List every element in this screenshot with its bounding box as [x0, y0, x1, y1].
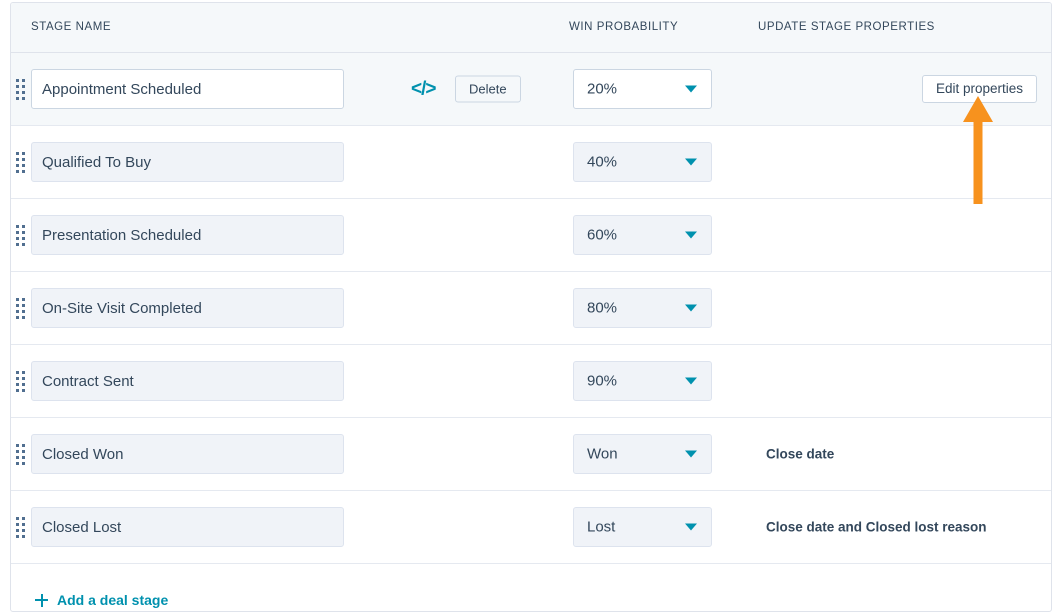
- drag-handle-icon[interactable]: [15, 369, 26, 393]
- drag-handle-icon[interactable]: [15, 296, 26, 320]
- table-footer: Add a deal stage: [11, 564, 1051, 612]
- drag-handle-icon[interactable]: [15, 442, 26, 466]
- win-probability-select[interactable]: Won: [573, 434, 712, 474]
- edit-properties-button[interactable]: Edit properties: [922, 75, 1037, 103]
- stage-name-input[interactable]: [31, 434, 344, 474]
- add-deal-stage-label: Add a deal stage: [57, 592, 168, 608]
- delete-stage-button[interactable]: Delete: [455, 76, 521, 103]
- table-row: Won Close date: [11, 418, 1051, 491]
- column-header-win-probability: WIN PROBABILITY: [569, 21, 678, 33]
- win-probability-value: 90%: [587, 373, 617, 390]
- win-probability-select[interactable]: 20%: [573, 69, 712, 109]
- code-snippet-icon[interactable]: </>: [411, 80, 435, 99]
- win-probability-value: 20%: [587, 81, 617, 98]
- stage-name-input[interactable]: [31, 142, 344, 182]
- win-probability-select[interactable]: 40%: [573, 142, 712, 182]
- plus-icon: [35, 594, 48, 607]
- chevron-down-icon: [685, 378, 697, 385]
- win-probability-select[interactable]: 80%: [573, 288, 712, 328]
- stage-name-input[interactable]: [31, 288, 344, 328]
- drag-handle-icon[interactable]: [15, 223, 26, 247]
- stage-name-input[interactable]: [31, 69, 344, 109]
- win-probability-value: Won: [587, 446, 618, 463]
- table-row: </> Delete 20% Edit properties: [11, 53, 1051, 126]
- stage-rows: </> Delete 20% Edit properties 40% 60% 80% 90% W…: [11, 53, 1051, 564]
- stage-name-input[interactable]: [31, 215, 344, 255]
- table-row: 80%: [11, 272, 1051, 345]
- win-probability-value: 60%: [587, 227, 617, 244]
- chevron-down-icon: [685, 524, 697, 531]
- deal-stages-screen: STAGE NAME WIN PROBABILITY UPDATE STAGE …: [0, 0, 1064, 615]
- table-row: 60%: [11, 199, 1051, 272]
- table-header: STAGE NAME WIN PROBABILITY UPDATE STAGE …: [11, 3, 1051, 53]
- column-header-stage-name: STAGE NAME: [31, 21, 111, 33]
- table-row: Lost Close date and Closed lost reason: [11, 491, 1051, 564]
- table-row: 40%: [11, 126, 1051, 199]
- chevron-down-icon: [685, 86, 697, 93]
- stage-name-input[interactable]: [31, 361, 344, 401]
- chevron-down-icon: [685, 451, 697, 458]
- win-probability-select[interactable]: 60%: [573, 215, 712, 255]
- drag-handle-icon[interactable]: [15, 150, 26, 174]
- win-probability-value: Lost: [587, 519, 615, 536]
- win-probability-value: 40%: [587, 154, 617, 171]
- column-header-update-stage-properties: UPDATE STAGE PROPERTIES: [758, 21, 935, 33]
- update-stage-properties-text: Close date: [766, 447, 834, 462]
- chevron-down-icon: [685, 305, 697, 312]
- update-stage-properties-text: Close date and Closed lost reason: [766, 520, 987, 535]
- stage-name-input[interactable]: [31, 507, 344, 547]
- table-row: 90%: [11, 345, 1051, 418]
- add-deal-stage-button[interactable]: Add a deal stage: [35, 592, 168, 608]
- chevron-down-icon: [685, 232, 697, 239]
- drag-handle-icon[interactable]: [15, 77, 26, 101]
- win-probability-value: 80%: [587, 300, 617, 317]
- drag-handle-icon[interactable]: [15, 515, 26, 539]
- chevron-down-icon: [685, 159, 697, 166]
- deal-stages-card: STAGE NAME WIN PROBABILITY UPDATE STAGE …: [10, 2, 1052, 612]
- win-probability-select[interactable]: Lost: [573, 507, 712, 547]
- win-probability-select[interactable]: 90%: [573, 361, 712, 401]
